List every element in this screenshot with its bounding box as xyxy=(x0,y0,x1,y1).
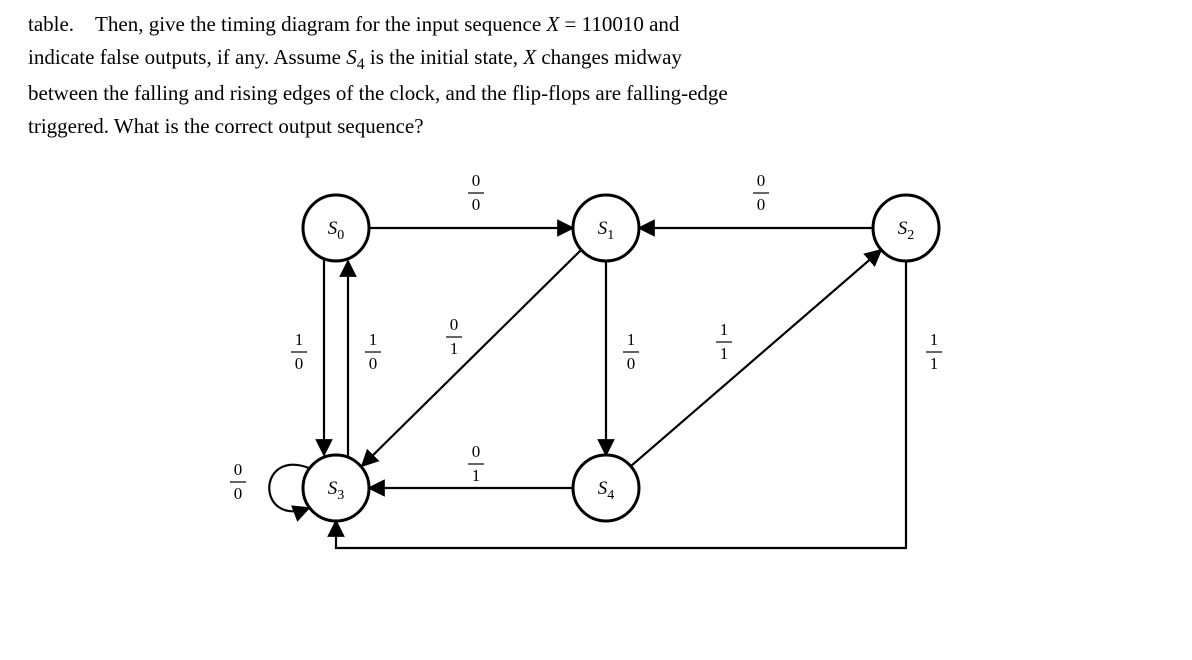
X2: X xyxy=(523,45,536,69)
state-diagram: 0 0 0 0 1 0 1 0 0 1 1 0 1 1 1 1 0 1 0 0 … xyxy=(28,148,1164,578)
svg-text:1: 1 xyxy=(720,344,729,363)
svg-text:1: 1 xyxy=(295,330,304,349)
t1b: and xyxy=(644,12,680,36)
seq: 110010 xyxy=(582,12,644,36)
state-s4: S4 xyxy=(573,455,639,521)
label-s1-s4: 1 0 xyxy=(623,330,639,373)
svg-text:1: 1 xyxy=(930,354,939,373)
state-s1: S1 xyxy=(573,195,639,261)
svg-text:0: 0 xyxy=(234,460,243,479)
svg-text:0: 0 xyxy=(757,171,766,190)
svg-text:0: 0 xyxy=(369,354,378,373)
svg-text:1: 1 xyxy=(930,330,939,349)
state-s2: S2 xyxy=(873,195,939,261)
svg-text:0: 0 xyxy=(450,315,459,334)
label-s2-s3: 1 1 xyxy=(926,330,942,373)
problem-text: table. Then, give the timing diagram for… xyxy=(28,8,1164,142)
edge-s4-s2 xyxy=(631,250,881,466)
t2b: is the initial state, xyxy=(365,45,524,69)
eq: = xyxy=(559,12,581,36)
svg-text:0: 0 xyxy=(627,354,636,373)
edge-s1-s0 xyxy=(362,250,581,466)
svg-text:0: 0 xyxy=(757,195,766,214)
label-s0-s1: 0 0 xyxy=(468,171,484,214)
t2a: indicate false outputs, if any. Assume xyxy=(28,45,346,69)
label-s3-s0: 1 0 xyxy=(365,330,381,373)
label-s3-s3: 0 0 xyxy=(230,460,246,503)
t2c: changes midway xyxy=(536,45,682,69)
svg-text:0: 0 xyxy=(234,484,243,503)
svg-text:1: 1 xyxy=(720,320,729,339)
state-s3: S3 xyxy=(303,455,369,521)
t3: between the falling and rising edges of … xyxy=(28,81,728,105)
svg-text:0: 0 xyxy=(472,171,481,190)
state-s0: S0 xyxy=(303,195,369,261)
label-s4-s3: 0 1 xyxy=(468,442,484,485)
svg-text:1: 1 xyxy=(627,330,636,349)
svg-text:1: 1 xyxy=(369,330,378,349)
label-s1-s0: 0 1 xyxy=(446,315,462,358)
svg-text:0: 0 xyxy=(472,195,481,214)
svg-text:1: 1 xyxy=(472,466,481,485)
t4: triggered. What is the correct output se… xyxy=(28,114,424,138)
label-s0-s3: 1 0 xyxy=(291,330,307,373)
svg-text:1: 1 xyxy=(450,339,459,358)
X1: X xyxy=(546,12,559,36)
label-s2-s1: 0 0 xyxy=(753,171,769,214)
svg-text:0: 0 xyxy=(472,442,481,461)
S4sym: S4 xyxy=(346,45,364,69)
t1: table. Then, give the timing diagram for… xyxy=(28,12,546,36)
svg-text:0: 0 xyxy=(295,354,304,373)
label-s4-s2: 1 1 xyxy=(716,320,732,363)
